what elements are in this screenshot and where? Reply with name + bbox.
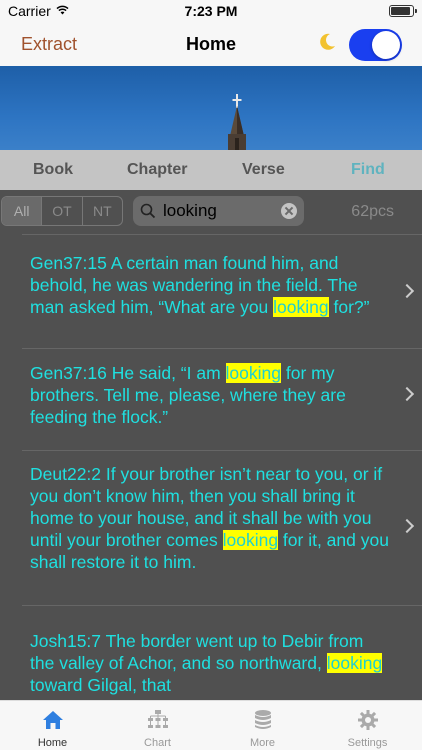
status-bar: Carrier 7:23 PM — [0, 0, 422, 22]
list-item[interactable]: Gen37:16 He said, “I am looking for my b… — [22, 349, 422, 451]
chevron-right-icon — [399, 518, 415, 534]
chevron-right-icon — [399, 386, 415, 402]
tab-chapter[interactable]: Chapter — [127, 161, 187, 179]
steeple-image — [228, 94, 246, 150]
testament-segmented-control: All OT NT — [1, 196, 123, 226]
segment-all[interactable]: All — [2, 197, 43, 225]
tab-find[interactable]: Find — [351, 161, 385, 179]
status-time: 7:23 PM — [184, 3, 238, 19]
home-icon — [43, 711, 63, 729]
verse-text: Josh15:7 The border went up to Debir fro… — [30, 631, 364, 673]
navigation-bar: Extract Home — [0, 22, 422, 66]
tab-verse[interactable]: Verse — [242, 161, 285, 179]
tabbar-more[interactable]: More — [210, 701, 315, 750]
tabbar-chart[interactable]: Chart — [105, 701, 210, 750]
segment-ot[interactable]: OT — [42, 197, 83, 225]
chart-icon — [148, 710, 168, 728]
toggle-knob — [372, 31, 400, 59]
search-icon — [140, 203, 156, 219]
list-item[interactable]: Josh15:7 The border went up to Debir fro… — [22, 606, 422, 700]
verse-text: for?” — [328, 297, 370, 317]
segment-nt[interactable]: NT — [83, 197, 122, 225]
database-icon — [255, 710, 271, 729]
verse-text: Gen37:16 He said, “I am — [30, 363, 226, 383]
filter-bar: All OT NT 62pcs — [0, 190, 422, 234]
moon-icon — [320, 33, 335, 50]
search-input[interactable] — [163, 201, 273, 221]
section-tabs: Book Chapter Verse Find — [0, 150, 422, 190]
match-highlight: looking — [326, 653, 383, 673]
tabbar-home[interactable]: Home — [0, 701, 105, 750]
tabbar-label: More — [249, 737, 276, 749]
clear-search-icon[interactable] — [281, 203, 297, 219]
gear-icon — [358, 710, 378, 730]
match-highlight: looking — [222, 530, 279, 550]
tab-book[interactable]: Book — [33, 161, 73, 179]
tabbar-label: Home — [37, 737, 68, 749]
dark-mode-toggle[interactable] — [349, 29, 402, 61]
search-field — [133, 196, 304, 226]
list-item[interactable]: Deut22:2 If your brother isn’t near to y… — [22, 451, 422, 606]
list-item[interactable]: Gen37:15 A certain man found him, and be… — [22, 235, 422, 349]
match-highlight: looking — [225, 363, 281, 383]
tabbar-settings[interactable]: Settings — [315, 701, 420, 750]
verse-text: toward Gilgal, that — [30, 675, 172, 695]
tabbar-label: Settings — [347, 737, 388, 749]
result-count: 62pcs — [351, 203, 394, 220]
results-list[interactable]: Gen37:15 A certain man found him, and be… — [22, 234, 422, 700]
battery-icon — [389, 5, 417, 17]
church-steeple-banner — [0, 66, 422, 150]
chevron-right-icon — [399, 283, 415, 299]
match-highlight: looking — [273, 297, 329, 317]
bottom-tab-bar: Home Chart More Settings — [0, 700, 422, 750]
tabbar-label: Chart — [144, 737, 171, 749]
